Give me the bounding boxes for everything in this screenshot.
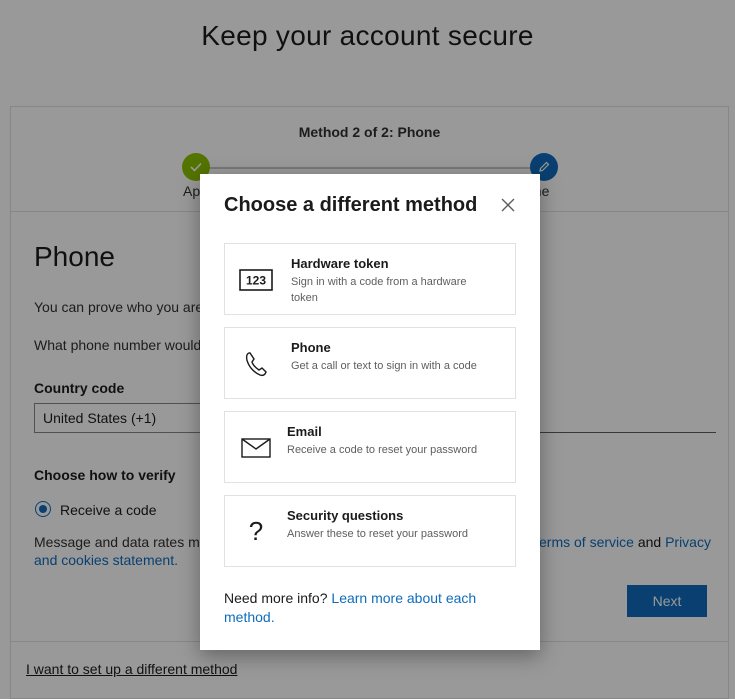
option-title: Phone (291, 340, 331, 355)
option-title: Hardware token (291, 256, 389, 271)
option-title: Email (287, 424, 322, 439)
envelope-icon (239, 434, 273, 462)
option-subtitle: Answer these to reset your password (287, 528, 468, 540)
phone-icon (239, 350, 273, 378)
option-security-questions[interactable]: ? Security questions Answer these to res… (224, 495, 516, 567)
option-email[interactable]: Email Receive a code to reset your passw… (224, 411, 516, 483)
more-info-prefix: Need more info? (224, 590, 328, 606)
choose-method-dialog: Choose a different method 123 Hardware t… (200, 174, 540, 650)
more-info-text: Need more info? Learn more about each me… (224, 589, 504, 627)
close-icon[interactable] (498, 195, 518, 215)
question-icon-glyph: ? (249, 518, 263, 546)
option-title: Security questions (287, 508, 404, 523)
dialog-title: Choose a different method (224, 194, 478, 216)
option-subtitle: Get a call or text to sign in with a cod… (291, 360, 477, 372)
option-subtitle: Sign in with a code from a hardware toke… (291, 276, 467, 304)
option-hardware-token[interactable]: 123 Hardware token Sign in with a code f… (224, 243, 516, 315)
hardware-token-icon: 123 (239, 266, 273, 294)
hardware-token-icon-text: 123 (246, 274, 266, 288)
option-phone[interactable]: Phone Get a call or text to sign in with… (224, 327, 516, 399)
option-subtitle: Receive a code to reset your password (287, 444, 478, 456)
question-icon: ? (239, 518, 273, 546)
